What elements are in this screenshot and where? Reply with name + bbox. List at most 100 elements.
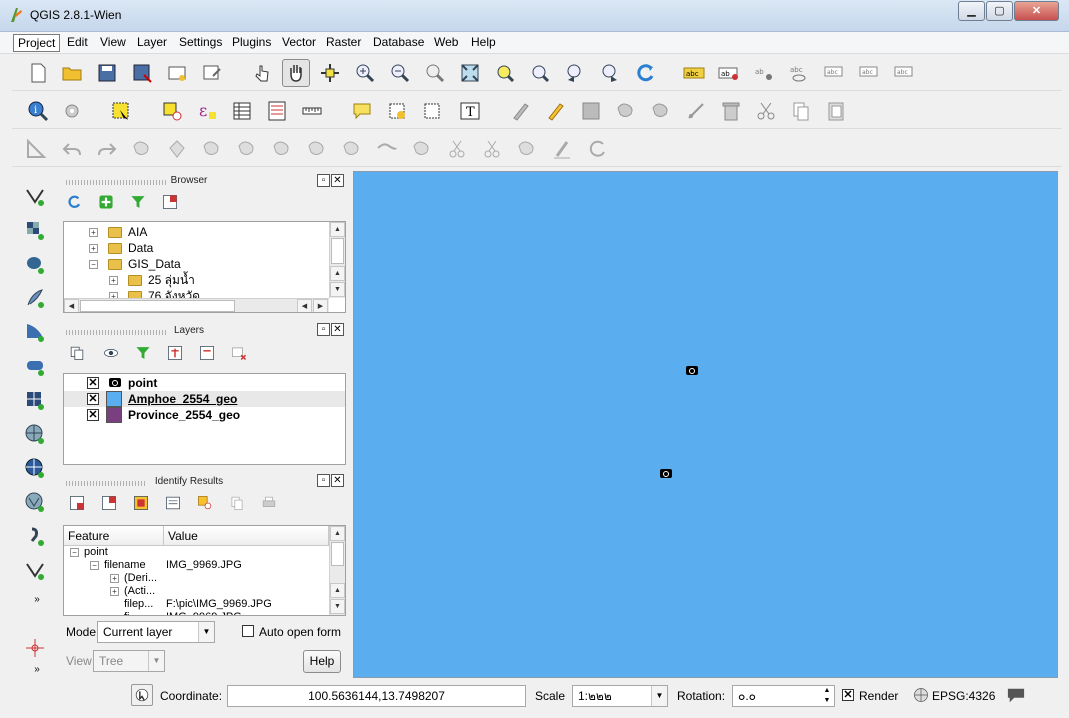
scale-select[interactable]: 1:๒๒๒ ▼ [572,685,668,707]
filter-legend-button[interactable] [132,342,154,364]
browser-refresh-button[interactable] [63,191,85,213]
identify-open-form-button[interactable] [162,492,184,514]
pan-map-button[interactable] [282,59,310,87]
label-highlight-button[interactable]: ab [750,59,778,87]
new-project-button[interactable] [24,59,52,87]
column-header-value[interactable]: Value [164,526,329,546]
identify-clear-button[interactable] [194,492,216,514]
zoom-next-button[interactable] [596,59,624,87]
layer-item[interactable]: ✕ Amphoe_2554_geo [64,391,345,407]
rotate-point-symbols-button[interactable] [548,135,576,163]
text-annotation-button[interactable]: T [456,97,484,125]
column-header-feature[interactable]: Feature [64,526,164,546]
save-layer-edits-button[interactable] [577,97,605,125]
menu-plugins[interactable]: Plugins [228,34,275,52]
identify-copy-button[interactable] [226,492,248,514]
toolbar-overflow-2-icon[interactable]: » [20,661,54,677]
scroll-up-arrow-icon[interactable]: ▲ [330,222,345,237]
toggle-extents-button[interactable] [131,684,153,706]
expand-icon[interactable]: + [110,587,119,596]
label-pin-button[interactable]: ab [715,59,743,87]
label-move-button[interactable]: abc [820,59,848,87]
run-feature-action-button[interactable] [58,97,86,125]
split-features-button[interactable] [443,135,471,163]
browser-filter-button[interactable] [127,191,149,213]
layer-visibility-checkbox[interactable]: ✕ [87,393,99,405]
identify-row[interactable]: + (Acti... [64,585,329,598]
menu-web[interactable]: Web [430,34,462,52]
expand-icon[interactable]: + [89,244,98,253]
zoom-to-selection-button[interactable] [491,59,519,87]
expand-icon[interactable]: + [89,228,98,237]
refresh-button[interactable] [631,59,659,87]
close-button[interactable]: ✕ [1014,1,1059,21]
delete-part-button[interactable] [338,135,366,163]
deselect-features-button[interactable] [158,97,186,125]
add-virtual-layer-button[interactable] [18,385,52,415]
reshape-features-button[interactable] [373,135,401,163]
browser-float-button[interactable]: ▫ [317,174,330,187]
split-parts-button[interactable] [478,135,506,163]
rotation-spinbox[interactable]: ๐.๐ ▲ ▼ [732,685,835,707]
scroll-thumb[interactable] [331,542,344,566]
scroll-thumb[interactable] [80,300,235,312]
add-raster-layer-button[interactable] [18,215,52,245]
menu-project[interactable]: Project [13,34,61,52]
layers-close-button[interactable]: ✕ [331,323,344,336]
identify-expand-new-button[interactable] [130,492,152,514]
maximize-button[interactable]: ▢ [986,1,1013,21]
browser-tree[interactable]: + AIA + Data − GIS_Data + 25 ลุ่มน้ำ + 7… [63,221,346,313]
label-change-button[interactable]: abc [890,59,918,87]
scroll-left-arrow-icon[interactable]: ◀ [297,299,312,312]
camera-point-marker-icon[interactable] [660,469,672,478]
label-rotate-button[interactable]: abc [855,59,883,87]
add-vector-layer-button[interactable] [18,181,52,211]
show-bookmarks-button[interactable] [418,97,446,125]
toggle-editing-button[interactable] [542,97,570,125]
zoom-last-button[interactable] [561,59,589,87]
menu-help[interactable]: Help [467,34,500,52]
manage-visibility-button[interactable] [98,342,124,364]
identify-results-table[interactable]: Feature Value − point − filename IMG_9969.JP… [63,525,346,616]
add-wfs-layer-button[interactable] [18,487,52,517]
composer-manager-button[interactable] [198,59,226,87]
zoom-native-button[interactable] [421,59,449,87]
redo-button[interactable] [93,135,121,163]
add-mssql-layer-button[interactable] [18,317,52,347]
scroll-left-arrow-icon[interactable]: ◀ [64,299,79,312]
spin-down-icon[interactable]: ▼ [820,696,834,706]
add-feature-button[interactable] [612,97,640,125]
browser-item[interactable]: + 76 จังหวัด [64,288,329,298]
new-shapefile-layer-button[interactable] [18,555,52,585]
scroll-up-arrow-icon[interactable]: ▲ [330,526,345,541]
spin-up-icon[interactable]: ▲ [820,686,834,696]
measure-line-button[interactable] [298,97,326,125]
scroll-right-arrow-icon[interactable]: ▶ [313,299,328,312]
help-button[interactable]: Help [303,650,341,673]
zoom-out-button[interactable] [386,59,414,87]
delete-selected-button[interactable] [717,97,745,125]
select-by-expression-button[interactable]: ε [193,97,221,125]
delete-ring-button[interactable] [303,135,331,163]
scroll-down-arrow-icon[interactable]: ▼ [330,599,345,614]
collapse-icon[interactable]: − [89,260,98,269]
current-edits-button[interactable] [507,97,535,125]
identify-close-button[interactable]: ✕ [331,474,344,487]
toolbar-overflow-icon[interactable]: » [20,589,54,609]
browser-close-button[interactable]: ✕ [331,174,344,187]
identify-collapse-button[interactable] [98,492,120,514]
identify-vertical-scrollbar[interactable]: ▲ ▲ ▼ [329,526,345,615]
enable-advanced-digitizing-button[interactable] [22,135,50,163]
identify-features-button[interactable]: i [24,97,52,125]
layer-item[interactable]: ✕ Province_2554_geo [64,407,345,423]
cut-features-button[interactable] [752,97,780,125]
open-project-button[interactable] [58,59,86,87]
field-calculator-button[interactable] [263,97,291,125]
add-wms-layer-button[interactable] [18,419,52,449]
open-attribute-table-button[interactable] [228,97,256,125]
identify-expand-button[interactable] [66,492,88,514]
simplify-feature-button[interactable] [163,135,191,163]
scroll-up-arrow-icon[interactable]: ▲ [330,266,345,281]
new-print-composer-button[interactable] [163,59,191,87]
map-tips-button[interactable] [348,97,376,125]
